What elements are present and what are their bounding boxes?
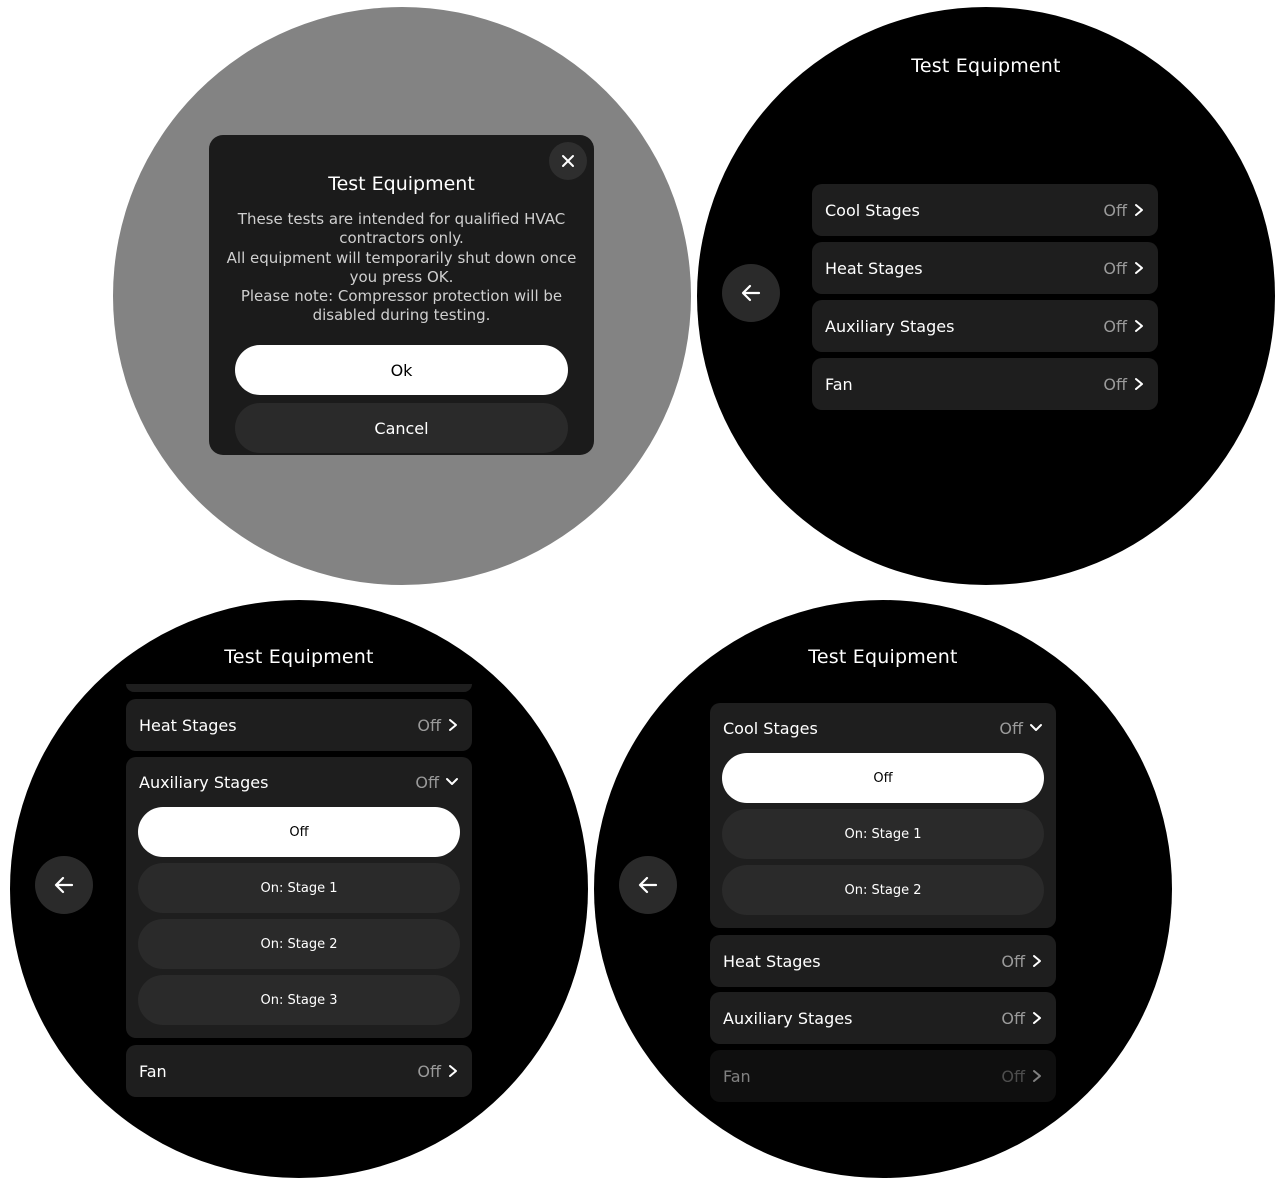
list-row-heat-stages[interactable]: Heat Stages Off <box>126 699 472 751</box>
cool-stages-header[interactable]: Cool Stages Off <box>710 703 1056 753</box>
chevron-right-icon <box>1135 204 1143 216</box>
chevron-right-icon <box>449 1065 457 1077</box>
back-button[interactable] <box>619 856 677 914</box>
row-label: Cool Stages <box>825 200 920 220</box>
dialog-screen: Test Equipment These tests are intended … <box>113 7 691 585</box>
list-row-heat-stages[interactable]: Heat Stages Off <box>710 935 1056 987</box>
dialog-title: Test Equipment <box>328 173 475 195</box>
page-title: Test Equipment <box>808 646 958 668</box>
row-label: Cool Stages <box>723 718 818 738</box>
row-value: Off <box>1001 951 1025 971</box>
list-row-cool-stages[interactable]: Cool Stages Off <box>812 184 1158 236</box>
list-row-fan[interactable]: Fan Off <box>126 1045 472 1097</box>
option-off[interactable]: Off <box>138 807 460 857</box>
list-row-auxiliary-stages[interactable]: Auxiliary Stages Off <box>710 992 1056 1044</box>
list-row-fan[interactable]: Fan Off <box>812 358 1158 410</box>
test-equipment-dialog: Test Equipment These tests are intended … <box>209 135 594 455</box>
option-off[interactable]: Off <box>722 753 1044 803</box>
row-value: Off <box>1001 1008 1025 1028</box>
option-on-stage-2[interactable]: On: Stage 2 <box>722 865 1044 915</box>
row-value: Off <box>1103 258 1127 278</box>
chevron-right-icon <box>1135 378 1143 390</box>
list-row-fan[interactable]: Fan Off <box>710 1050 1056 1102</box>
row-value: Off <box>999 718 1023 738</box>
row-label: Auxiliary Stages <box>825 316 955 336</box>
list-row-heat-stages[interactable]: Heat Stages Off <box>812 242 1158 294</box>
chevron-right-icon <box>1135 320 1143 332</box>
row-value: Off <box>1103 316 1127 336</box>
row-value: Off <box>1103 200 1127 220</box>
row-label: Fan <box>139 1061 167 1081</box>
page-title: Test Equipment <box>224 646 374 668</box>
list-screen: Test Equipment Cool Stages Off Heat Stag… <box>697 7 1275 585</box>
row-label: Heat Stages <box>139 715 237 735</box>
scroll-edge-row <box>126 684 472 692</box>
row-label: Heat Stages <box>825 258 923 278</box>
auxiliary-stages-header[interactable]: Auxiliary Stages Off <box>126 757 472 807</box>
arrow-left-icon <box>638 876 658 894</box>
cancel-button[interactable]: Cancel <box>235 403 568 453</box>
row-value: Off <box>417 715 441 735</box>
row-label: Fan <box>723 1066 751 1086</box>
ok-button[interactable]: Ok <box>235 345 568 395</box>
cool-screen: Test Equipment Cool Stages Off Off On: S… <box>594 600 1172 1178</box>
chevron-right-icon <box>1033 1012 1041 1024</box>
chevron-right-icon <box>1135 262 1143 274</box>
dialog-message-line-3: Please note: Compressor protection will … <box>240 287 563 325</box>
row-label: Heat Stages <box>723 951 821 971</box>
option-on-stage-1[interactable]: On: Stage 1 <box>138 863 460 913</box>
chevron-right-icon <box>1033 955 1041 967</box>
page-title: Test Equipment <box>911 55 1061 77</box>
chevron-down-icon <box>1030 724 1042 731</box>
aux-screen: Test Equipment Heat Stages Off Auxiliary… <box>10 600 588 1178</box>
dialog-message: These tests are intended for qualified H… <box>225 210 578 326</box>
back-button[interactable] <box>722 264 780 322</box>
list-row-auxiliary-stages[interactable]: Auxiliary Stages Off <box>812 300 1158 352</box>
row-value: Off <box>417 1061 441 1081</box>
dialog-message-line-2: All equipment will temporarily shut down… <box>226 248 577 286</box>
row-value: Off <box>415 772 439 792</box>
chevron-right-icon <box>449 719 457 731</box>
chevron-down-icon <box>446 778 458 785</box>
row-value: Off <box>1103 374 1127 394</box>
row-label: Auxiliary Stages <box>139 772 269 792</box>
chevron-right-icon <box>1033 1070 1041 1082</box>
option-on-stage-2[interactable]: On: Stage 2 <box>138 919 460 969</box>
arrow-left-icon <box>54 876 74 894</box>
auxiliary-stages-group: Auxiliary Stages Off Off On: Stage 1 On:… <box>126 757 472 1038</box>
option-on-stage-3[interactable]: On: Stage 3 <box>138 975 460 1025</box>
row-label: Fan <box>825 374 853 394</box>
cool-stages-group: Cool Stages Off Off On: Stage 1 On: Stag… <box>710 703 1056 928</box>
dialog-message-line-1: These tests are intended for qualified H… <box>237 210 566 248</box>
row-value: Off <box>1001 1066 1025 1086</box>
close-icon <box>562 155 574 167</box>
option-on-stage-1[interactable]: On: Stage 1 <box>722 809 1044 859</box>
row-label: Auxiliary Stages <box>723 1008 853 1028</box>
back-button[interactable] <box>35 856 93 914</box>
arrow-left-icon <box>741 284 761 302</box>
